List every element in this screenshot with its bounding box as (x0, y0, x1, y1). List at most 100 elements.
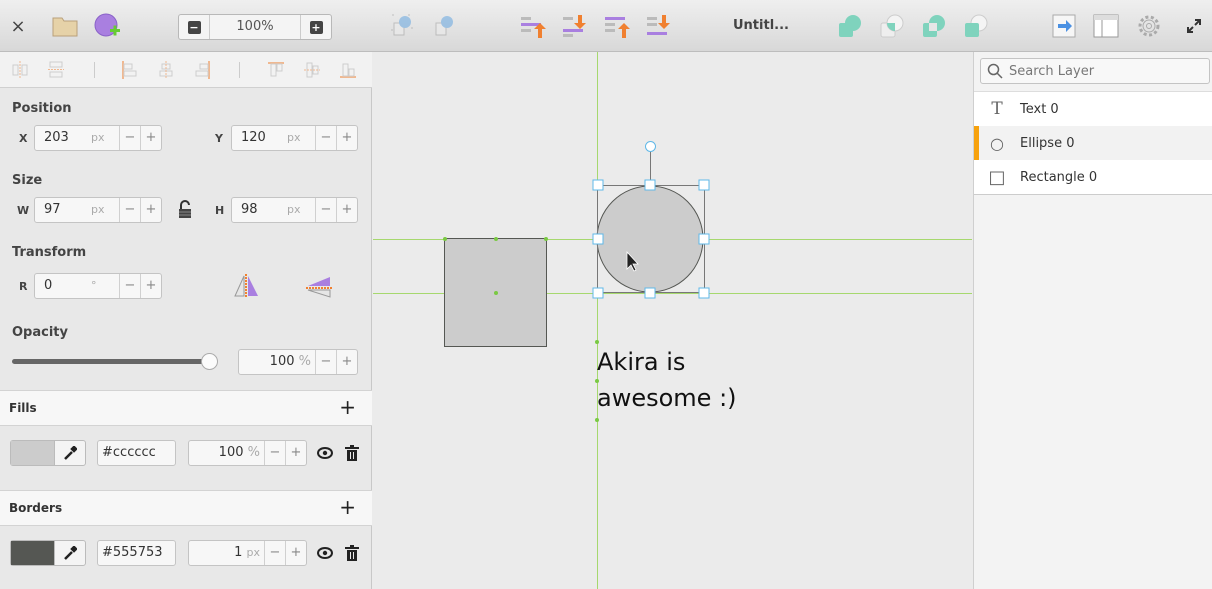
opacity-slider-handle[interactable] (201, 353, 218, 370)
subtract-icon[interactable] (880, 13, 906, 39)
layer-item-text[interactable]: T Text 0 (974, 92, 1212, 126)
zoom-out-button[interactable]: − (179, 15, 209, 39)
height-decrement[interactable]: − (315, 198, 336, 222)
lock-ratio-icon[interactable] (178, 200, 192, 224)
fill-opacity-increment[interactable]: + (285, 441, 306, 465)
lower-to-bottom-icon[interactable] (646, 13, 672, 39)
add-border-button[interactable]: + (339, 495, 356, 519)
y-value[interactable]: 120 (232, 126, 287, 150)
ungroup-icon[interactable] (432, 13, 458, 39)
distribute-horizontal-icon[interactable] (12, 61, 28, 79)
fill-hex-input[interactable]: #cccccc (97, 440, 176, 466)
height-value[interactable]: 98 (232, 198, 287, 222)
x-field[interactable]: 203 px − + (34, 125, 162, 151)
new-window-icon[interactable] (94, 13, 122, 39)
borders-header: Borders + (0, 490, 372, 526)
align-middle-icon[interactable] (304, 61, 320, 79)
align-left-icon[interactable] (122, 61, 138, 79)
group-icon[interactable] (390, 13, 416, 39)
y-increment[interactable]: + (336, 126, 357, 150)
canvas[interactable]: Akira is awesome :) (373, 52, 972, 589)
zoom-in-button[interactable]: + (301, 15, 331, 39)
text-line: awesome :) (597, 384, 737, 412)
opacity-increment[interactable]: + (336, 350, 357, 374)
width-increment[interactable]: + (140, 198, 161, 222)
raise-to-top-icon[interactable] (604, 13, 630, 39)
fill-opacity-field[interactable]: 100 % − + (188, 440, 307, 466)
divider (239, 62, 240, 78)
opacity-decrement[interactable]: − (315, 350, 336, 374)
fill-opacity-value[interactable]: 100 % (189, 441, 264, 465)
height-field[interactable]: 98 px − + (231, 197, 358, 223)
border-width-field[interactable]: 1 px − + (188, 540, 307, 566)
rotation-field[interactable]: 0 ° − + (34, 273, 162, 299)
width-field[interactable]: 97 px − + (34, 197, 162, 223)
text-shape[interactable]: Akira is awesome :) (597, 344, 737, 416)
flip-horizontal-icon[interactable] (234, 274, 260, 302)
fill-swatch[interactable] (11, 441, 55, 465)
border-width-decrement[interactable]: − (264, 541, 285, 565)
x-decrement[interactable]: − (119, 126, 140, 150)
align-bottom-icon[interactable] (340, 61, 356, 79)
settings-gear-icon[interactable] (1136, 13, 1162, 39)
search-layer-input[interactable]: Search Layer (980, 58, 1210, 84)
fill-color-picker[interactable] (10, 440, 86, 466)
union-icon[interactable] (838, 13, 864, 39)
unit: px (91, 131, 105, 144)
ellipse-shape[interactable] (596, 185, 704, 293)
opacity-field[interactable]: 100 % − + (238, 349, 358, 375)
height-increment[interactable]: + (336, 198, 357, 222)
borders-label: Borders (9, 501, 63, 515)
delete-fill-trash-icon[interactable] (345, 445, 359, 465)
y-decrement[interactable]: − (315, 126, 336, 150)
opacity-value[interactable]: 100 % (239, 350, 315, 374)
unit: px (287, 203, 301, 216)
y-field[interactable]: 120 px − + (231, 125, 358, 151)
layer-label: Text 0 (1020, 101, 1059, 117)
flip-vertical-icon[interactable] (306, 276, 332, 302)
eyedropper-icon[interactable] (55, 541, 85, 565)
opacity-slider-track[interactable] (12, 359, 210, 364)
close-button[interactable]: × (8, 13, 28, 39)
difference-icon[interactable] (964, 13, 990, 39)
x-value[interactable]: 203 (35, 126, 91, 150)
toolbar: × − 100% + Untitl... (0, 0, 1212, 52)
intersect-icon[interactable] (922, 13, 948, 39)
layout-toggle-icon[interactable] (1093, 13, 1119, 39)
rotation-handle[interactable] (645, 141, 656, 152)
distribute-vertical-icon[interactable] (48, 61, 64, 79)
layer-item-ellipse[interactable]: ○ Ellipse 0 (974, 126, 1212, 160)
zoom-level[interactable]: 100% (209, 15, 301, 39)
align-right-icon[interactable] (194, 61, 210, 79)
width-decrement[interactable]: − (119, 198, 140, 222)
x-increment[interactable]: + (140, 126, 161, 150)
align-top-icon[interactable] (268, 61, 284, 79)
h-label: H (215, 204, 225, 217)
layer-item-rectangle[interactable]: □ Rectangle 0 (974, 160, 1212, 194)
lower-icon[interactable] (562, 13, 588, 39)
width-value[interactable]: 97 (35, 198, 91, 222)
eyedropper-icon[interactable] (55, 441, 85, 465)
export-icon[interactable] (1052, 13, 1078, 39)
border-swatch[interactable] (11, 541, 55, 565)
delete-border-trash-icon[interactable] (345, 545, 359, 565)
rotation-decrement[interactable]: − (119, 274, 140, 298)
add-fill-button[interactable]: + (339, 395, 356, 419)
fullscreen-icon[interactable] (1186, 13, 1202, 39)
text-layer-icon: T (991, 99, 1003, 119)
border-width-value[interactable]: 1 px (189, 541, 264, 565)
rotation-value[interactable]: 0 (35, 274, 91, 298)
transform-label: Transform (12, 245, 87, 260)
raise-icon[interactable] (520, 13, 546, 39)
open-folder-icon[interactable] (52, 13, 78, 39)
border-width-increment[interactable]: + (285, 541, 306, 565)
layers-panel: Search Layer T Text 0 ○ Ellipse 0 □ Rectang… (973, 52, 1212, 589)
fill-visibility-eye-icon[interactable] (317, 447, 333, 463)
rotation-increment[interactable]: + (140, 274, 161, 298)
border-hex-input[interactable]: #555753 (97, 540, 176, 566)
border-visibility-eye-icon[interactable] (317, 547, 333, 563)
border-color-picker[interactable] (10, 540, 86, 566)
fill-opacity-decrement[interactable]: − (264, 441, 285, 465)
fills-header: Fills + (0, 390, 372, 426)
align-center-icon[interactable] (158, 61, 174, 79)
